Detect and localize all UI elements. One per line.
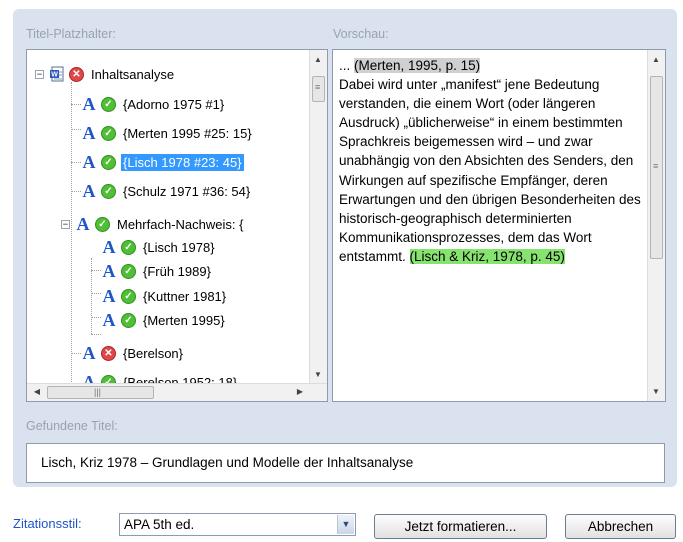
- tree-item[interactable]: A ✓ {Lisch 1978}: [101, 236, 217, 258]
- placeholder-a-icon: A: [102, 260, 116, 281]
- preview-pane[interactable]: ... (Merten, 1995, p. 15) Dabei wird unte…: [332, 49, 666, 402]
- tree-item[interactable]: A ✓ {Merten 1995}: [101, 309, 227, 331]
- tree-item-label: {Schulz 1971 #36: 54}: [123, 183, 251, 199]
- check-icon: ✓: [101, 183, 116, 199]
- placeholder-a-icon: A: [102, 236, 116, 257]
- placeholder-a-icon: A: [82, 180, 96, 201]
- collapse-toggle[interactable]: −: [61, 219, 70, 229]
- tree-item-label: {Adorno 1975 #1}: [123, 96, 225, 112]
- cancel-button[interactable]: Abbrechen: [565, 514, 676, 539]
- placeholder-a-icon: A: [76, 213, 90, 234]
- placeholder-a-icon: A: [82, 342, 96, 363]
- tree-item-label: {Merten 1995 #25: 15}: [123, 125, 252, 141]
- check-icon: ✓: [121, 288, 136, 304]
- tree-item-label: {Früh 1989}: [143, 263, 211, 279]
- scroll-right-icon[interactable]: ▶: [292, 387, 308, 396]
- tree-item-label: {Berelson}: [123, 345, 183, 361]
- error-icon: ✕: [101, 345, 116, 361]
- grip-icon: |||: [94, 387, 102, 397]
- scroll-thumb[interactable]: ≡: [312, 76, 325, 102]
- tree-item-label: Mehrfach-Nachweis: {: [117, 216, 244, 232]
- check-icon: ✓: [121, 239, 136, 255]
- tree-item-selected[interactable]: A ✓ {Lisch 1978 #23: 45}: [81, 151, 244, 173]
- tree-connector: [91, 270, 101, 271]
- tree-connector: [71, 129, 81, 130]
- check-icon: ✓: [101, 96, 116, 112]
- citation-style-value: APA 5th ed.: [124, 517, 195, 532]
- preview-label: Vorschau:: [333, 27, 389, 41]
- error-icon: ✕: [69, 66, 84, 82]
- placeholder-a-icon: A: [82, 122, 96, 143]
- scroll-down-icon[interactable]: ▼: [310, 370, 326, 379]
- check-icon: ✓: [101, 125, 116, 141]
- collapse-toggle[interactable]: −: [35, 69, 44, 79]
- scroll-left-icon[interactable]: ◀: [29, 387, 45, 396]
- scroll-thumb[interactable]: ≡: [650, 76, 663, 259]
- word-document-icon: W: [49, 66, 65, 82]
- placeholder-tree[interactable]: − W ✕ Inhaltsanalyse A ✓ {Adorno 1975 #1…: [26, 49, 328, 402]
- tree-item[interactable]: A ✕ {Berelson}: [81, 342, 185, 364]
- placeholder-a-icon: A: [82, 93, 96, 114]
- placeholder-a-icon: A: [82, 151, 96, 172]
- tree-item[interactable]: A ✓ {Merten 1995 #25: 15}: [81, 122, 254, 144]
- check-icon: ✓: [101, 154, 116, 170]
- chevron-down-icon[interactable]: ▼: [337, 515, 354, 534]
- title-placeholder-label: Titel-Platzhalter:: [26, 27, 116, 41]
- preview-vertical-scrollbar[interactable]: ▲ ≡ ▼: [647, 50, 665, 401]
- check-icon: ✓: [121, 263, 136, 279]
- preview-body: Dabei wird unter „manifest“ jene Bedeutu…: [339, 77, 641, 264]
- tree-item-label: {Lisch 1978}: [143, 239, 215, 255]
- scroll-down-icon[interactable]: ▼: [648, 387, 664, 396]
- placeholder-a-icon: A: [102, 285, 116, 306]
- preview-lead: ...: [339, 58, 355, 73]
- tree-item-group[interactable]: − A ✓ Mehrfach-Nachweis: {: [61, 213, 245, 235]
- citation-highlight-gray: (Merten, 1995, p. 15): [354, 58, 481, 73]
- tree-vertical-scrollbar[interactable]: ▲ ≡ ▼: [309, 50, 327, 384]
- tree-item[interactable]: A ✓ {Kuttner 1981}: [101, 285, 228, 307]
- tree-connector: [91, 293, 101, 294]
- check-icon: ✓: [95, 216, 110, 232]
- tree-horizontal-scrollbar[interactable]: ◀ ||| ▶: [27, 383, 327, 401]
- scroll-thumb[interactable]: |||: [47, 386, 154, 399]
- tree-item-label: {Kuttner 1981}: [143, 288, 227, 304]
- tree-connector: [71, 353, 81, 354]
- tree-connector: [71, 191, 81, 192]
- tree-connector: [91, 317, 101, 318]
- grip-icon: ≡: [653, 161, 659, 171]
- tree-connector: [71, 162, 81, 163]
- found-title-field: Lisch, Kriz 1978 – Grundlagen und Modell…: [26, 443, 665, 483]
- tree-item-label: {Lisch 1978 #23: 45}: [121, 153, 244, 171]
- found-titles-label: Gefundene Titel:: [26, 419, 118, 433]
- check-icon: ✓: [121, 312, 136, 328]
- svg-text:W: W: [51, 72, 58, 79]
- scroll-up-icon[interactable]: ▲: [648, 55, 664, 64]
- placeholder-a-icon: A: [102, 309, 116, 330]
- tree-connector: [91, 334, 101, 335]
- format-now-button[interactable]: Jetzt formatieren...: [374, 514, 547, 539]
- scroll-up-icon[interactable]: ▲: [310, 55, 326, 64]
- tree-item-label: Inhaltsanalyse: [91, 66, 175, 82]
- tree-item[interactable]: A ✓ {Früh 1989}: [101, 260, 213, 282]
- tree-item[interactable]: A ✓ {Adorno 1975 #1}: [81, 93, 226, 115]
- tree-connector: [71, 104, 81, 105]
- tree-content: − W ✕ Inhaltsanalyse A ✓ {Adorno 1975 #1…: [27, 50, 310, 384]
- preview-text: ... (Merten, 1995, p. 15) Dabei wird unte…: [339, 56, 644, 266]
- citation-style-label: Zitationsstil:: [13, 516, 82, 531]
- grip-icon: ≡: [315, 82, 321, 92]
- tree-item[interactable]: A ✓ {Schulz 1971 #36: 54}: [81, 180, 252, 202]
- tree-item-root[interactable]: − W ✕ Inhaltsanalyse: [35, 63, 176, 85]
- citation-highlight-green: (Lisch & Kriz, 1978, p. 45): [409, 248, 565, 264]
- citation-style-select[interactable]: APA 5th ed. ▼: [119, 513, 356, 536]
- tree-item-label: {Merten 1995}: [143, 312, 225, 328]
